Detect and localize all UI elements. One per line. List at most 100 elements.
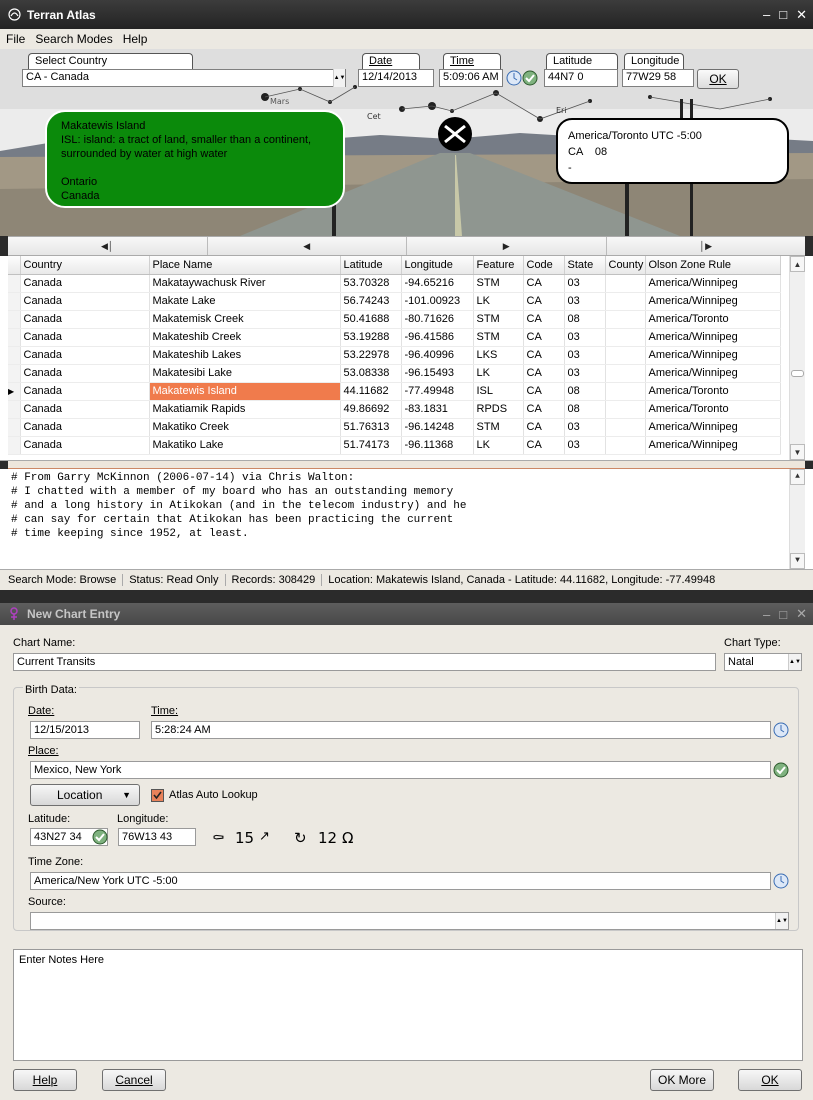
cell-country[interactable]: Canada bbox=[20, 436, 150, 455]
cell-code[interactable]: CA bbox=[523, 382, 565, 401]
cell-county[interactable] bbox=[605, 292, 646, 311]
cell-latitude[interactable]: 53.22978 bbox=[340, 346, 402, 365]
chart-time-input[interactable]: 5:28:24 AM bbox=[151, 721, 771, 739]
chart-longitude-input[interactable]: 76W13 43 bbox=[118, 828, 196, 846]
cell-feature[interactable]: LK bbox=[473, 364, 524, 383]
row-header[interactable] bbox=[8, 400, 21, 419]
cell-feature[interactable]: LK bbox=[473, 292, 524, 311]
source-spinner-icon[interactable]: ▲▼ bbox=[775, 913, 788, 929]
cell-latitude[interactable]: 53.70328 bbox=[340, 274, 402, 293]
cell-county[interactable] bbox=[605, 364, 646, 383]
notes-scroll-down-icon[interactable]: ▼ bbox=[790, 553, 805, 569]
column-header-code[interactable]: Code bbox=[523, 256, 565, 275]
cell-olson-zone[interactable]: America/Toronto bbox=[645, 400, 781, 419]
cell-feature[interactable]: LKS bbox=[473, 346, 524, 365]
chart-close-icon[interactable]: ✕ bbox=[796, 606, 807, 622]
cell-county[interactable] bbox=[605, 400, 646, 419]
column-header-latitude[interactable]: Latitude bbox=[340, 256, 402, 275]
column-header-feature[interactable]: Feature bbox=[473, 256, 524, 275]
chart-place-input[interactable]: Mexico, New York bbox=[30, 761, 771, 779]
cell-feature[interactable]: RPDS bbox=[473, 400, 524, 419]
cell-olson-zone[interactable]: America/Winnipeg bbox=[645, 364, 781, 383]
date-input[interactable]: 12/14/2013 bbox=[358, 69, 434, 87]
cell-latitude[interactable]: 53.08338 bbox=[340, 364, 402, 383]
cell-latitude[interactable]: 50.41688 bbox=[340, 310, 402, 329]
cell-state[interactable]: 03 bbox=[564, 418, 606, 437]
next-record-icon[interactable]: ▶ bbox=[407, 237, 607, 255]
cell-place-name[interactable]: Makateshib Creek bbox=[149, 328, 341, 347]
latitude-lookup-icon[interactable] bbox=[92, 829, 108, 845]
cell-longitude[interactable]: -96.15493 bbox=[401, 364, 474, 383]
cell-country[interactable]: Canada bbox=[20, 310, 150, 329]
ok-more-button[interactable]: OK More bbox=[650, 1069, 714, 1091]
grid-scrollbar[interactable]: ▲ ▼ bbox=[789, 256, 805, 460]
cell-latitude[interactable]: 51.74173 bbox=[340, 436, 402, 455]
country-spinner[interactable]: ▲▼ bbox=[333, 69, 345, 87]
chart-name-input[interactable]: Current Transits bbox=[13, 653, 716, 671]
first-record-icon[interactable]: ◀│ bbox=[8, 237, 208, 255]
table-row[interactable]: Canada Makateshib Creek 53.19288 -96.41586 S… bbox=[8, 328, 781, 347]
ok-button[interactable]: OK bbox=[738, 1069, 802, 1091]
cell-place-name[interactable]: Makate Lake bbox=[149, 292, 341, 311]
row-header[interactable] bbox=[8, 436, 21, 455]
cell-olson-zone[interactable]: America/Winnipeg bbox=[645, 346, 781, 365]
cell-place-name[interactable]: Makateshib Lakes bbox=[149, 346, 341, 365]
globe-check-icon[interactable] bbox=[522, 70, 538, 86]
cell-state[interactable]: 08 bbox=[564, 382, 606, 401]
cell-place-name[interactable]: Makatesibi Lake bbox=[149, 364, 341, 383]
row-header[interactable] bbox=[8, 346, 21, 365]
cell-state[interactable]: 03 bbox=[564, 292, 606, 311]
cell-county[interactable] bbox=[605, 346, 646, 365]
cell-county[interactable] bbox=[605, 310, 646, 329]
cell-country[interactable]: Canada bbox=[20, 346, 150, 365]
notes-scrollbar[interactable]: ▲ ▼ bbox=[789, 469, 805, 569]
table-row[interactable]: Canada Makataywachusk River 53.70328 -94.65… bbox=[8, 274, 781, 293]
column-header-place-name[interactable]: Place Name bbox=[149, 256, 341, 275]
cell-code[interactable]: CA bbox=[523, 310, 565, 329]
cell-country[interactable]: Canada bbox=[20, 418, 150, 437]
cell-olson-zone[interactable]: America/Winnipeg bbox=[645, 292, 781, 311]
cell-state[interactable]: 03 bbox=[564, 274, 606, 293]
cell-code[interactable]: CA bbox=[523, 292, 565, 311]
atlas-auto-lookup-checkbox[interactable] bbox=[151, 789, 164, 802]
cell-olson-zone[interactable]: America/Winnipeg bbox=[645, 436, 781, 455]
minimize-icon[interactable]: – bbox=[763, 7, 770, 22]
cell-latitude[interactable]: 51.76313 bbox=[340, 418, 402, 437]
time-input[interactable]: 5:09:06 AM bbox=[439, 69, 503, 87]
time-clock-icon[interactable] bbox=[773, 722, 789, 738]
cell-olson-zone[interactable]: America/Toronto bbox=[645, 310, 781, 329]
cell-longitude[interactable]: -101.00923 bbox=[401, 292, 474, 311]
column-header-country[interactable]: Country bbox=[20, 256, 150, 275]
cell-olson-zone[interactable]: America/Winnipeg bbox=[645, 328, 781, 347]
cell-country[interactable]: Canada bbox=[20, 400, 150, 419]
cell-longitude[interactable]: -96.41586 bbox=[401, 328, 474, 347]
chart-type-spinner-icon[interactable]: ▲▼ bbox=[788, 654, 801, 670]
cell-code[interactable]: CA bbox=[523, 436, 565, 455]
row-header[interactable] bbox=[8, 364, 21, 383]
table-row[interactable]: Canada Makatiko Lake 51.74173 -96.11368 LK CA… bbox=[8, 436, 781, 455]
chart-minimize-icon[interactable]: – bbox=[763, 607, 770, 622]
location-dropdown-button[interactable]: Location ▼ bbox=[30, 784, 140, 806]
current-row-indicator-icon[interactable]: ▶ bbox=[8, 382, 21, 401]
scroll-down-icon[interactable]: ▼ bbox=[790, 444, 805, 460]
table-row[interactable]: Canada Makatiamik Rapids 49.86692 -83.1831 R… bbox=[8, 400, 781, 419]
cell-place-name[interactable]: Makatemisk Creek bbox=[149, 310, 341, 329]
country-select[interactable]: CA - Canada bbox=[22, 69, 346, 87]
cell-feature[interactable]: STM bbox=[473, 310, 524, 329]
row-header[interactable] bbox=[8, 274, 21, 293]
cell-state[interactable]: 08 bbox=[564, 310, 606, 329]
cell-feature[interactable]: ISL bbox=[473, 382, 524, 401]
close-icon[interactable]: ✕ bbox=[796, 7, 807, 23]
menu-help[interactable]: Help bbox=[123, 32, 148, 46]
cell-place-name[interactable]: Makatewis Island bbox=[149, 382, 341, 401]
cell-state[interactable]: 03 bbox=[564, 328, 606, 347]
notes-scroll-up-icon[interactable]: ▲ bbox=[790, 469, 805, 485]
latitude-input[interactable]: 44N7 0 bbox=[544, 69, 618, 87]
cell-latitude[interactable]: 53.19288 bbox=[340, 328, 402, 347]
table-row[interactable]: Canada Makatiko Creek 51.76313 -96.14248 STM… bbox=[8, 418, 781, 437]
cell-code[interactable]: CA bbox=[523, 364, 565, 383]
cell-country[interactable]: Canada bbox=[20, 382, 150, 401]
cell-code[interactable]: CA bbox=[523, 400, 565, 419]
cell-longitude[interactable]: -96.40996 bbox=[401, 346, 474, 365]
cell-feature[interactable]: STM bbox=[473, 418, 524, 437]
